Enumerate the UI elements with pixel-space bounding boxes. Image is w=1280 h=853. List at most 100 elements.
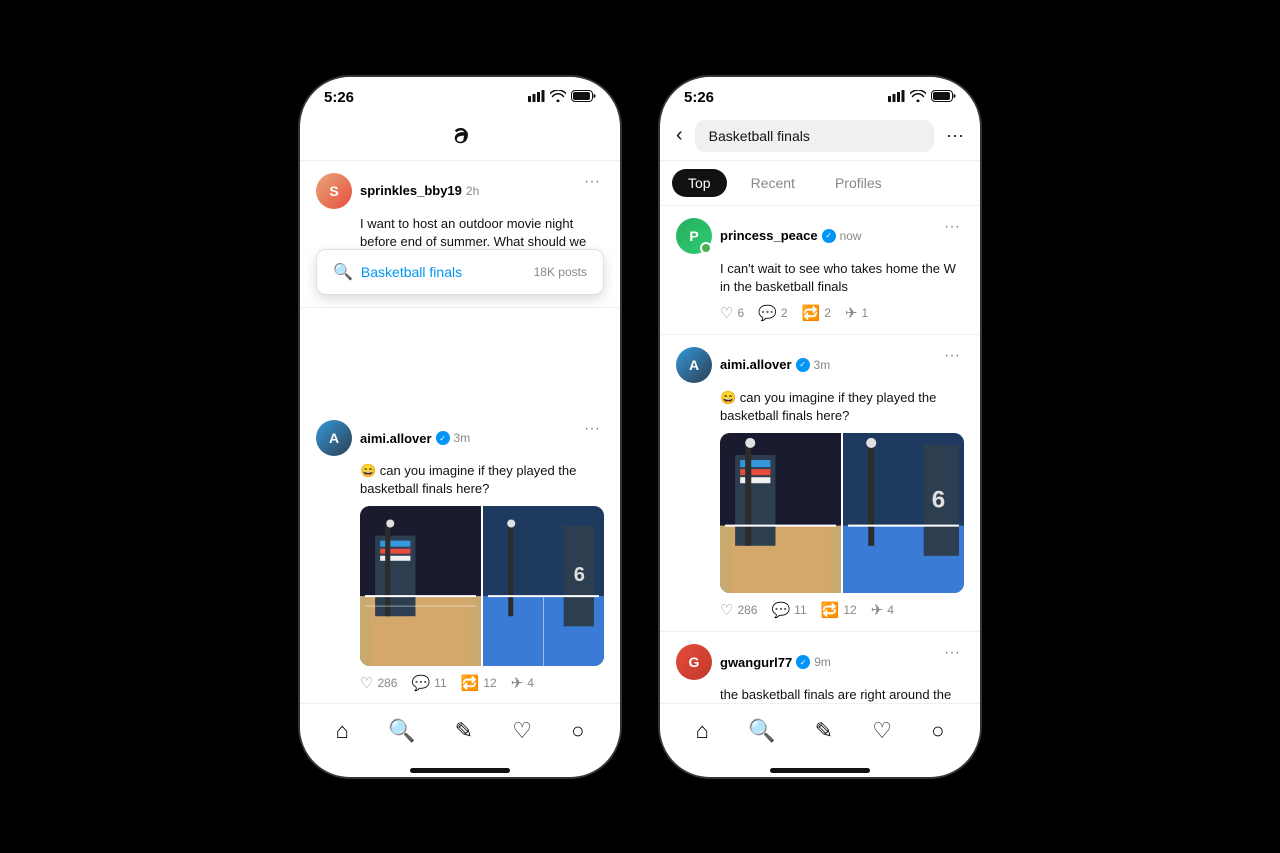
nav-compose-1[interactable]: ✎ xyxy=(451,714,477,748)
result-post-2-text: 😄 can you imagine if they played the bas… xyxy=(676,389,964,425)
battery-icon xyxy=(571,90,596,105)
time-2: 5:26 xyxy=(684,89,714,106)
result-post-2-comment[interactable]: 💬 11 xyxy=(771,601,806,619)
wifi-icon xyxy=(550,90,566,105)
nav-profile-2[interactable]: ○ xyxy=(927,714,948,748)
post-2-like[interactable]: ♡ 286 xyxy=(360,674,397,692)
profile-icon-2: ○ xyxy=(931,718,944,744)
post-1-username: sprinkles_bby19 xyxy=(360,183,462,198)
result-post-1-user: P princess_peace ✓ now xyxy=(676,218,862,254)
avatar-gwang: G xyxy=(676,644,712,680)
bottom-nav-1: ⌂ 🔍 ✎ ♡ ○ xyxy=(300,703,620,768)
home-indicator-2 xyxy=(770,768,870,773)
svg-text:6: 6 xyxy=(932,487,945,514)
nav-home-2[interactable]: ⌂ xyxy=(692,714,713,748)
tab-recent[interactable]: Recent xyxy=(735,169,811,197)
verified-badge-p1: ✓ xyxy=(822,229,836,243)
post-1-meta: sprinkles_bby19 2h xyxy=(360,183,479,198)
nav-search-2[interactable]: 🔍 xyxy=(744,714,779,748)
nav-likes-1[interactable]: ♡ xyxy=(508,714,536,748)
result-post-1-actions: ♡ 6 💬 2 🔁 2 ✈ 1 xyxy=(676,304,964,322)
post-2-header: A aimi.allover ✓ 3m ··· xyxy=(316,420,604,456)
nav-likes-2[interactable]: ♡ xyxy=(868,714,896,748)
phone-2: 5:26 xyxy=(660,77,980,777)
nav-search-1[interactable]: 🔍 xyxy=(384,714,419,748)
tab-profiles[interactable]: Profiles xyxy=(819,169,898,197)
options-button[interactable]: ··· xyxy=(942,121,968,150)
tab-top[interactable]: Top xyxy=(672,169,727,197)
phone-1: 5:26 xyxy=(300,77,620,777)
result-post-3-header: G gwangurl77 ✓ 9m ··· xyxy=(676,644,964,680)
result-post-1-shares: 1 xyxy=(861,306,868,320)
result-post-2-like[interactable]: ♡ 286 xyxy=(720,601,757,619)
back-button[interactable]: ‹ xyxy=(672,120,687,151)
home-icon: ⌂ xyxy=(336,718,349,744)
result-post-1-comment[interactable]: 💬 2 xyxy=(758,304,787,322)
search-nav-icon-2: 🔍 xyxy=(748,718,775,744)
post-2-more[interactable]: ··· xyxy=(580,420,604,438)
verified-badge-2: ✓ xyxy=(436,431,450,445)
status-icons-1 xyxy=(528,90,596,105)
result-post-2-reposts: 12 xyxy=(843,603,856,617)
avatar-aimi: A xyxy=(316,420,352,456)
battery-icon-2 xyxy=(931,90,956,105)
nav-compose-2[interactable]: ✎ xyxy=(811,714,837,748)
post-1-time: 2h xyxy=(466,184,479,198)
result-post-3-meta: gwangurl77 ✓ 9m xyxy=(720,655,831,670)
status-bar-2: 5:26 xyxy=(660,77,980,110)
post-2-share[interactable]: ✈ 4 xyxy=(511,674,534,692)
result-post-2-repost[interactable]: 🔁 12 xyxy=(821,601,857,619)
post-1-header: S sprinkles_bby19 2h ··· xyxy=(316,173,604,209)
result-post-1-share[interactable]: ✈ 1 xyxy=(845,304,868,322)
time-1: 5:26 xyxy=(324,89,354,106)
status-bar-1: 5:26 xyxy=(300,77,620,110)
result-post-1-username-row: princess_peace ✓ now xyxy=(720,228,862,243)
result-post-1-meta: princess_peace ✓ now xyxy=(720,228,862,243)
heart-icon-r1: ♡ xyxy=(720,304,733,322)
search-suggestion[interactable]: 🔍 Basketball finals 18K posts xyxy=(316,249,604,295)
post-2-user: A aimi.allover ✓ 3m xyxy=(316,420,470,456)
result-post-3-text: the basketball finals are right around t… xyxy=(676,686,964,702)
home-indicator-1 xyxy=(410,768,510,773)
post-2-comment[interactable]: 💬 11 xyxy=(411,674,446,692)
avatar-wrapper-princess: P xyxy=(676,218,712,254)
online-dot xyxy=(700,242,712,254)
share-icon-2: ✈ xyxy=(511,674,524,692)
result-post-2-image-2: 6 xyxy=(843,433,964,593)
result-post-2-more[interactable]: ··· xyxy=(940,347,964,365)
search-tabs: Top Recent Profiles xyxy=(660,161,980,206)
result-post-2-likes: 286 xyxy=(737,603,757,617)
nav-home-1[interactable]: ⌂ xyxy=(332,714,353,748)
post-1-more[interactable]: ··· xyxy=(580,173,604,191)
result-post-3: G gwangurl77 ✓ 9m ··· the basketball fin… xyxy=(660,632,980,702)
post-2-comments: 11 xyxy=(434,676,446,690)
search-suggestion-icon: 🔍 xyxy=(333,262,353,282)
search-term: Basketball finals xyxy=(361,264,462,280)
post-2-actions: ♡ 286 💬 11 🔁 12 ✈ 4 xyxy=(316,674,604,692)
post-1-username-row: sprinkles_bby19 2h xyxy=(360,183,479,198)
post-2-repost[interactable]: 🔁 12 xyxy=(461,674,497,692)
comment-icon-2: 💬 xyxy=(411,674,430,692)
results-feed: P princess_peace ✓ now ··· I c xyxy=(660,206,980,703)
threads-logo xyxy=(444,118,476,150)
result-post-1-header: P princess_peace ✓ now ··· xyxy=(676,218,964,254)
post-2-image-1 xyxy=(360,506,481,666)
search-suggestion-left: 🔍 Basketball finals xyxy=(333,262,462,282)
result-post-1-like[interactable]: ♡ 6 xyxy=(720,304,744,322)
result-post-1-likes: 6 xyxy=(737,306,744,320)
result-post-3-time: 9m xyxy=(814,655,831,669)
signal-icon-2 xyxy=(888,90,905,105)
result-post-2-comments: 11 xyxy=(794,603,806,617)
status-icons-2 xyxy=(888,90,956,105)
comment-icon-r1: 💬 xyxy=(758,304,777,322)
profile-icon: ○ xyxy=(571,718,584,744)
result-post-1-repost[interactable]: 🔁 2 xyxy=(802,304,831,322)
result-post-2-user: A aimi.allover ✓ 3m xyxy=(676,347,830,383)
result-post-1-more[interactable]: ··· xyxy=(940,218,964,236)
result-post-3-more[interactable]: ··· xyxy=(940,644,964,662)
result-post-1-text: I can't wait to see who takes home the W… xyxy=(676,260,964,296)
nav-profile-1[interactable]: ○ xyxy=(567,714,588,748)
result-post-2-share[interactable]: ✈ 4 xyxy=(871,601,894,619)
result-post-1-username: princess_peace xyxy=(720,228,818,243)
search-bar[interactable]: Basketball finals xyxy=(695,120,934,152)
